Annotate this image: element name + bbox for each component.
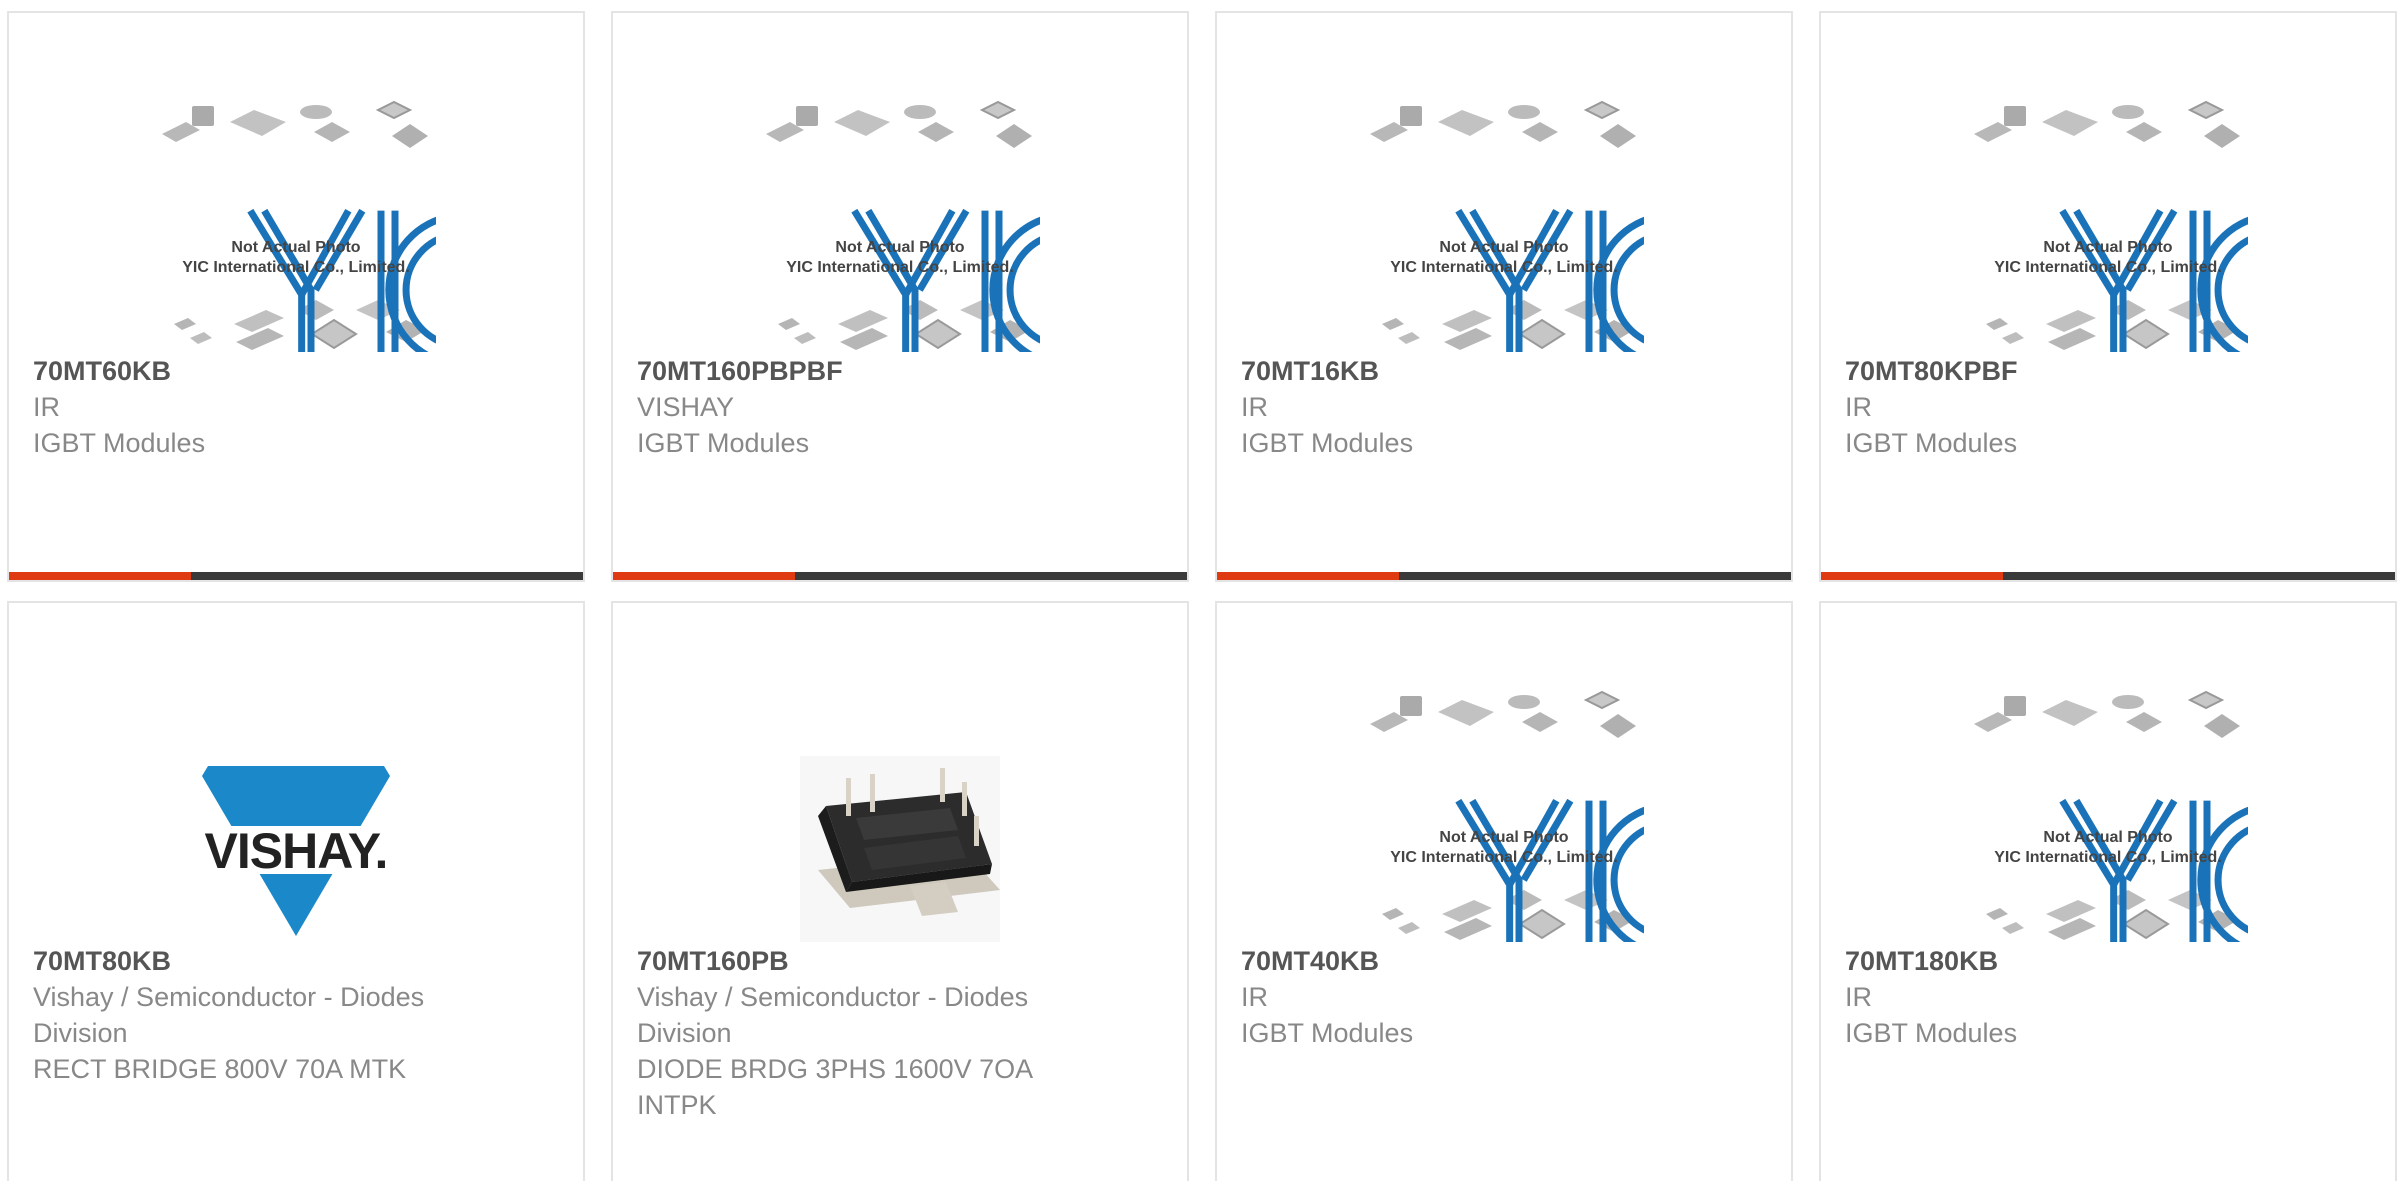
part-number[interactable]: 70MT60KB xyxy=(33,353,559,389)
placeholder-caption-1: Not Actual Photo xyxy=(835,239,964,256)
product-grid: Not Actual Photo YIC International Co., … xyxy=(0,0,2400,1181)
part-number[interactable]: 70MT180KB xyxy=(1845,943,2371,979)
product-image-placeholder: Not Actual Photo YIC International Co., … xyxy=(1968,96,2248,352)
placeholder-caption-2: YIC International Co., Limited. xyxy=(1994,259,2222,276)
card-accent-bar xyxy=(1217,572,1399,580)
yic-placeholder-icon: Not Actual Photo YIC International Co., … xyxy=(1968,686,2248,942)
card-footer-bar xyxy=(1821,572,2395,580)
placeholder-caption-2: YIC International Co., Limited. xyxy=(1390,849,1618,866)
product-image-placeholder: Not Actual Photo YIC International Co., … xyxy=(156,96,436,352)
description: IGBT Modules xyxy=(1241,428,1414,458)
product-card[interactable]: 70MT160PB Vishay / Semiconductor - Diode… xyxy=(611,601,1189,1181)
placeholder-caption-2: YIC International Co., Limited. xyxy=(182,259,410,276)
product-image-vishay-logo: VISHAY. xyxy=(156,686,436,942)
product-card[interactable]: Not Actual Photo YIC International Co., … xyxy=(1819,11,2397,582)
manufacturer: IR xyxy=(1241,392,1268,422)
manufacturer: IR xyxy=(33,392,60,422)
placeholder-caption-2: YIC International Co., Limited. xyxy=(786,259,1014,276)
igbt-module-photo-icon xyxy=(800,756,1000,942)
product-image-placeholder: Not Actual Photo YIC International Co., … xyxy=(1968,686,2248,942)
placeholder-caption-1: Not Actual Photo xyxy=(231,239,360,256)
card-footer-bar xyxy=(1217,572,1791,580)
description: IGBT Modules xyxy=(1241,1018,1414,1048)
manufacturer-line-2: Division xyxy=(33,1018,128,1048)
card-accent-bar xyxy=(613,572,795,580)
part-number[interactable]: 70MT160PBPBF xyxy=(637,353,1163,389)
manufacturer: IR xyxy=(1845,982,1872,1012)
card-accent-bar xyxy=(1821,572,2003,580)
description: IGBT Modules xyxy=(1845,428,2018,458)
part-number[interactable]: 70MT80KPBF xyxy=(1845,353,2371,389)
placeholder-caption-2: YIC International Co., Limited. xyxy=(1994,849,2222,866)
manufacturer: VISHAY xyxy=(637,392,735,422)
card-accent-bar xyxy=(9,572,191,580)
yic-placeholder-icon: Not Actual Photo YIC International Co., … xyxy=(1968,96,2248,352)
manufacturer-line-1: Vishay / Semiconductor - Diodes xyxy=(33,982,425,1012)
description-line-2: INTPK xyxy=(637,1090,717,1120)
product-card[interactable]: Not Actual Photo YIC International Co., … xyxy=(1819,601,2397,1181)
vishay-logo-icon: VISHAY. xyxy=(186,766,406,936)
product-image-placeholder: Not Actual Photo YIC International Co., … xyxy=(1364,96,1644,352)
placeholder-caption-1: Not Actual Photo xyxy=(2043,829,2172,846)
placeholder-caption-1: Not Actual Photo xyxy=(1439,239,1568,256)
vishay-logo-text: VISHAY. xyxy=(205,823,388,879)
placeholder-caption-1: Not Actual Photo xyxy=(1439,829,1568,846)
product-card[interactable]: Not Actual Photo YIC International Co., … xyxy=(1215,601,1793,1181)
product-card[interactable]: Not Actual Photo YIC International Co., … xyxy=(7,11,585,582)
product-image-placeholder: Not Actual Photo YIC International Co., … xyxy=(760,96,1040,352)
placeholder-caption-1: Not Actual Photo xyxy=(2043,239,2172,256)
description: IGBT Modules xyxy=(33,428,206,458)
product-image-module xyxy=(760,686,1040,942)
manufacturer-line-2: Division xyxy=(637,1018,732,1048)
manufacturer-line-1: Vishay / Semiconductor - Diodes xyxy=(637,982,1029,1012)
product-card[interactable]: Not Actual Photo YIC International Co., … xyxy=(1215,11,1793,582)
part-number[interactable]: 70MT40KB xyxy=(1241,943,1767,979)
yic-placeholder-icon: Not Actual Photo YIC International Co., … xyxy=(156,96,436,352)
description-line-1: DIODE BRDG 3PHS 1600V 7OA xyxy=(637,1054,1034,1084)
part-number[interactable]: 70MT16KB xyxy=(1241,353,1767,389)
description: IGBT Modules xyxy=(637,428,810,458)
part-number[interactable]: 70MT80KB xyxy=(33,943,559,979)
description: IGBT Modules xyxy=(1845,1018,2018,1048)
part-number[interactable]: 70MT160PB xyxy=(637,943,1163,979)
card-footer-bar xyxy=(613,572,1187,580)
card-footer-bar xyxy=(9,572,583,580)
product-card[interactable]: Not Actual Photo YIC International Co., … xyxy=(611,11,1189,582)
manufacturer: IR xyxy=(1241,982,1268,1012)
yic-placeholder-icon: Not Actual Photo YIC International Co., … xyxy=(760,96,1040,352)
yic-placeholder-icon: Not Actual Photo YIC International Co., … xyxy=(1364,686,1644,942)
manufacturer: IR xyxy=(1845,392,1872,422)
yic-placeholder-icon: Not Actual Photo YIC International Co., … xyxy=(1364,96,1644,352)
product-card[interactable]: VISHAY. 70MT80KB Vishay / Semiconductor … xyxy=(7,601,585,1181)
description: RECT BRIDGE 800V 70A MTK xyxy=(33,1054,407,1084)
placeholder-caption-2: YIC International Co., Limited. xyxy=(1390,259,1618,276)
product-image-placeholder: Not Actual Photo YIC International Co., … xyxy=(1364,686,1644,942)
